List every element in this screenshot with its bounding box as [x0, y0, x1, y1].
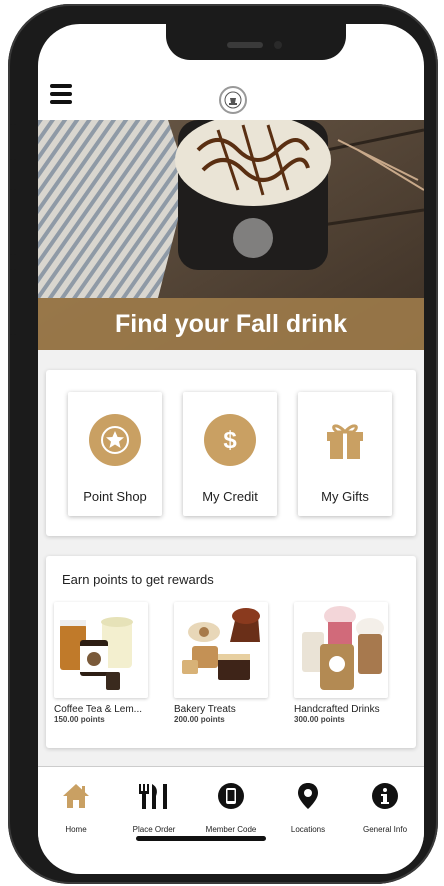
my-gifts-label: My Gifts [321, 489, 369, 504]
nav-home-label: Home [65, 825, 87, 834]
app-screen: Find your Fall drink Point Shop $ My Cre… [38, 24, 424, 874]
cutlery-icon [116, 781, 192, 811]
bakery-treats-image [174, 602, 268, 698]
content-area: Point Shop $ My Credit My Gifts Earn poi… [38, 350, 424, 770]
my-credit-label: My Credit [202, 489, 258, 504]
phone-frame: Find your Fall drink Point Shop $ My Cre… [8, 4, 438, 884]
my-credit-tile[interactable]: $ My Credit [183, 392, 277, 516]
brand-logo-icon [219, 86, 247, 114]
rewards-title: Earn points to get rewards [62, 572, 214, 587]
reward-item[interactable]: Coffee Tea & Lem... 150.00 points [54, 602, 148, 724]
point-shop-label: Point Shop [83, 489, 147, 504]
notch [166, 24, 346, 60]
handcrafted-drinks-image [294, 602, 388, 698]
nav-locations[interactable]: Locations [270, 781, 346, 834]
hero-caption: Find your Fall drink [38, 298, 424, 350]
nav-general-info[interactable]: General Info [347, 781, 423, 834]
reward-points: 200.00 points [174, 715, 225, 724]
quick-actions-card: Point Shop $ My Credit My Gifts [46, 370, 416, 536]
reward-points: 150.00 points [54, 715, 105, 724]
reward-points: 300.00 points [294, 715, 345, 724]
nav-member-code[interactable]: Member Code [193, 781, 269, 834]
reward-name: Handcrafted Drinks [294, 704, 380, 715]
point-shop-tile[interactable]: Point Shop [68, 392, 162, 516]
nav-locations-label: Locations [290, 825, 326, 834]
reward-item[interactable]: Handcrafted Drinks 300.00 points [294, 602, 388, 724]
dollar-icon: $ [204, 414, 256, 466]
nav-place-order-label: Place Order [132, 825, 176, 834]
hamburger-menu-icon[interactable] [50, 84, 72, 104]
my-gifts-tile[interactable]: My Gifts [298, 392, 392, 516]
reward-item[interactable]: Bakery Treats 200.00 points [174, 602, 268, 724]
reward-name: Coffee Tea & Lem... [54, 704, 143, 715]
phone-icon [193, 781, 269, 811]
svg-text:$: $ [223, 427, 237, 454]
volume-down-button [10, 269, 16, 335]
reward-name: Bakery Treats [174, 704, 236, 715]
nav-home[interactable]: Home [38, 781, 114, 834]
mute-switch [10, 124, 16, 160]
rewards-card: Earn points to get rewards Coffee Tea & … [46, 556, 416, 748]
nav-member-code-label: Member Code [205, 825, 257, 834]
gift-icon [319, 414, 371, 466]
hero-banner[interactable]: Find your Fall drink [38, 120, 424, 350]
bottom-nav: Home Place Order Member Code Locations G… [38, 766, 424, 855]
nav-place-order[interactable]: Place Order [116, 781, 192, 834]
app-header [38, 72, 424, 120]
home-icon [38, 781, 114, 811]
location-pin-icon [270, 781, 346, 811]
volume-up-button [10, 189, 16, 255]
nav-general-info-label: General Info [362, 825, 408, 834]
info-icon [347, 781, 423, 811]
star-icon [89, 414, 141, 466]
speaker [227, 42, 263, 48]
camera [274, 41, 282, 49]
home-indicator [136, 836, 266, 841]
coffee-tea-image [54, 602, 148, 698]
